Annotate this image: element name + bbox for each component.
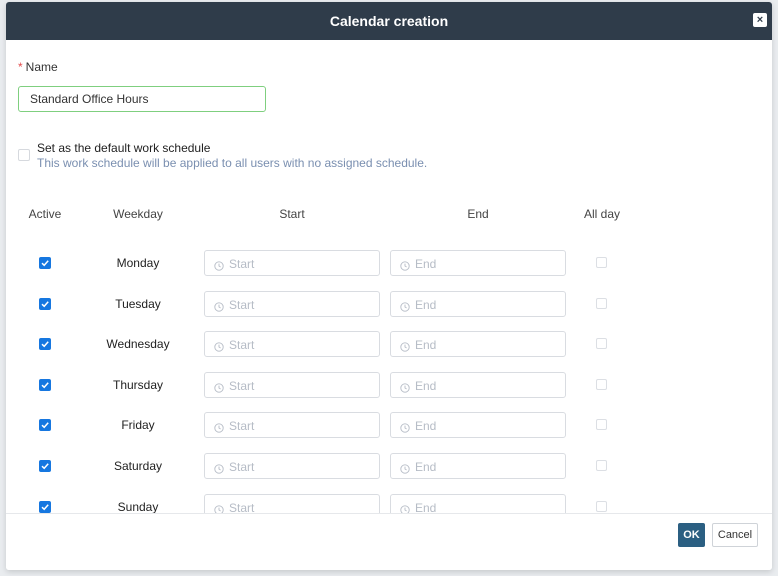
end-placeholder: End [415, 378, 437, 393]
weekday-label: Sunday [117, 499, 159, 513]
weekday-row: Monday Start End [6, 250, 772, 276]
all-day-checkbox[interactable] [596, 338, 607, 350]
end-placeholder: End [415, 500, 437, 513]
default-schedule-description: This work schedule will be applied to al… [37, 156, 428, 170]
all-day-checkbox[interactable] [596, 419, 607, 431]
clock-icon [214, 502, 224, 513]
weekday-row: Friday Start End [6, 412, 772, 439]
column-header-all-day: All day [583, 207, 621, 221]
weekday-label: Friday [121, 418, 155, 433]
dialog-title: Calendar creation [329, 13, 449, 29]
active-checkbox[interactable] [39, 257, 51, 269]
clock-icon [214, 299, 224, 312]
clock-icon [400, 299, 410, 312]
weekday-label: Thursday [112, 377, 164, 392]
weekday-label: Monday [116, 256, 160, 270]
end-placeholder: End [415, 257, 437, 271]
start-placeholder: Start [229, 257, 255, 271]
end-time-input[interactable]: End [390, 412, 566, 439]
start-placeholder: Start [229, 378, 255, 393]
weekday-label: Wednesday [106, 337, 170, 352]
all-day-checkbox[interactable] [596, 500, 607, 512]
column-header-end: End [467, 207, 489, 221]
weekday-row: Thursday Start End [6, 371, 772, 398]
active-checkbox[interactable] [39, 338, 51, 351]
clock-icon [214, 380, 224, 393]
end-time-input[interactable]: End [390, 493, 566, 513]
clock-icon [400, 502, 410, 513]
close-icon: × [756, 14, 764, 26]
dialog-header: Calendar creation × [6, 2, 772, 40]
name-label-text: Name [25, 60, 58, 74]
end-placeholder: End [415, 338, 437, 353]
default-schedule-checkbox[interactable] [18, 149, 30, 161]
column-header-active: Active [28, 207, 62, 221]
clock-icon [400, 420, 410, 434]
start-placeholder: Start [229, 460, 255, 474]
name-label: * Name [18, 60, 58, 74]
clock-icon [214, 258, 224, 271]
active-checkbox[interactable] [39, 378, 51, 391]
active-checkbox[interactable] [39, 419, 51, 432]
default-schedule-title: Set as the default work schedule [37, 141, 211, 155]
dialog-body: *Name Set as the default work schedule T… [6, 40, 772, 513]
active-checkbox[interactable] [39, 297, 51, 310]
end-time-input[interactable]: End [390, 371, 566, 398]
clock-icon [214, 339, 224, 352]
dialog-footer: OK Cancel [6, 513, 772, 570]
cancel-button[interactable]: Cancel [712, 523, 758, 547]
start-time-input[interactable]: Start [204, 453, 380, 479]
all-day-checkbox[interactable] [596, 460, 607, 471]
end-placeholder: End [415, 460, 437, 474]
weekday-row: Sunday Start End [6, 493, 772, 513]
clock-icon [400, 380, 410, 393]
weekday-row: Saturday Start End [6, 453, 772, 479]
all-day-checkbox[interactable] [596, 297, 607, 309]
ok-button[interactable]: OK [678, 523, 705, 547]
column-header-start: Start [279, 207, 305, 221]
calendar-creation-dialog: Calendar creation × *Name Set as the def… [6, 2, 772, 570]
start-time-input[interactable]: Start [204, 371, 380, 398]
end-time-input[interactable]: End [390, 290, 566, 317]
start-time-input[interactable]: Start [204, 331, 380, 358]
clock-icon [400, 461, 410, 474]
all-day-checkbox[interactable] [596, 257, 607, 268]
start-placeholder: Start [229, 338, 255, 353]
weekday-row: Wednesday Start End [6, 331, 772, 358]
all-day-checkbox[interactable] [596, 378, 607, 390]
active-checkbox[interactable] [39, 500, 51, 513]
name-input[interactable] [18, 86, 266, 112]
start-time-input[interactable]: Start [204, 493, 380, 513]
start-placeholder: Start [229, 297, 255, 312]
end-time-input[interactable]: End [390, 250, 566, 276]
weekday-label: Tuesday [115, 296, 161, 311]
weekday-row: Tuesday Start End [6, 290, 772, 317]
end-placeholder: End [415, 297, 437, 312]
close-button[interactable]: × [753, 13, 767, 27]
start-placeholder: Start [229, 500, 255, 513]
start-time-input[interactable]: Start [204, 412, 380, 439]
start-placeholder: Start [229, 419, 255, 434]
required-mark: * [18, 60, 23, 74]
column-header-weekday: Weekday [113, 207, 163, 221]
end-time-input[interactable]: End [390, 331, 566, 358]
active-checkbox[interactable] [39, 460, 51, 472]
clock-icon [400, 339, 410, 352]
weekday-label: Saturday [113, 459, 163, 473]
start-time-input[interactable]: Start [204, 290, 380, 317]
clock-icon [214, 461, 224, 474]
end-time-input[interactable]: End [390, 453, 566, 479]
end-placeholder: End [415, 419, 437, 434]
clock-icon [400, 258, 410, 271]
clock-icon [214, 420, 224, 434]
start-time-input[interactable]: Start [204, 250, 380, 276]
